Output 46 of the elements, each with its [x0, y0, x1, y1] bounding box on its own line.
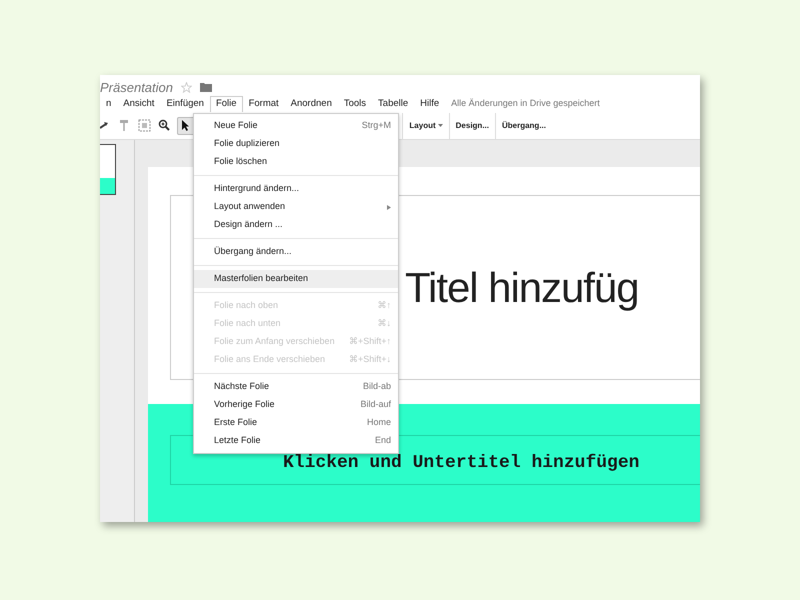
menu-entry[interactable]: Neue Folie Strg+M	[194, 117, 398, 135]
shortcut-text: ⌘+Shift+↓	[348, 353, 391, 366]
menu-item[interactable]: n	[100, 96, 118, 112]
menu-entry[interactable]: Folie löschen	[194, 153, 398, 171]
menu-item[interactable]: Format	[242, 96, 285, 112]
menu-entry: Folie zum Anfang verschieben ⌘+Shift+↑	[194, 333, 398, 351]
select-frame-icon	[138, 119, 150, 132]
folder-icon[interactable]	[200, 82, 212, 92]
shortcut-text: ⌘↑	[378, 299, 391, 312]
shortcut-text: Strg+M	[362, 119, 391, 132]
slide-title: Titel hinzufüg	[405, 263, 639, 313]
save-status: Alle Änderungen in Drive gespeichert	[451, 96, 600, 110]
shortcut-text: Bild-auf	[360, 398, 391, 412]
menu-entry[interactable]: Design ändern ...	[194, 216, 398, 234]
menu-entry: Folie nach oben ⌘↑	[194, 297, 398, 315]
menu-item[interactable]: Tabelle	[372, 96, 414, 112]
shortcut-text: ⌘↓	[378, 317, 391, 330]
menu-entry: Folie nach unten ⌘↓	[194, 315, 398, 333]
shortcut-text: End	[374, 434, 391, 448]
menu-item[interactable]: Tools	[338, 96, 372, 112]
shortcut-text: Home	[366, 416, 391, 430]
menu-entry[interactable]: Letzte Folie End	[194, 432, 398, 450]
menu-item[interactable]: Folie	[210, 96, 243, 112]
menu-entry[interactable]: Vorherige Folie Bild-auf	[194, 396, 398, 414]
slide-subtitle: Klicken und Untertitel hinzufügen	[283, 454, 640, 472]
shortcut-text: ⌘+Shift+↑	[348, 335, 391, 348]
toolbar-button[interactable]: Übergang...	[494, 112, 552, 139]
menu-item[interactable]: Anordnen	[284, 96, 338, 112]
star-icon[interactable]	[181, 82, 192, 93]
toolbar-button[interactable]: Layout	[402, 112, 449, 139]
menu-entry[interactable]: Erste Folie Home	[194, 414, 398, 432]
menu-entry[interactable]: Nächste Folie Bild-ab	[194, 378, 398, 396]
menu-entry[interactable]: Layout anwenden	[194, 198, 398, 216]
menu-entry[interactable]: Masterfolien bearbeiten	[194, 270, 398, 288]
shortcut-text: Bild-ab	[362, 380, 391, 394]
zoom-icon	[158, 119, 170, 132]
document-title[interactable]: Präsentation	[100, 80, 173, 94]
menu-entry[interactable]: Übergang ändern...	[194, 243, 398, 261]
menu-item[interactable]: Ansicht	[117, 96, 160, 112]
menu-item[interactable]: Hilfe	[414, 96, 446, 112]
toolbar-button[interactable]: Design...	[448, 112, 495, 139]
menu-item[interactable]: Einfügen	[160, 96, 210, 112]
menu-entry[interactable]: Hintergrund ändern...	[194, 180, 398, 198]
menu-entry[interactable]: Folie duplizieren	[194, 135, 398, 153]
slide-thumbnail[interactable]	[100, 144, 116, 195]
menu-entry: Folie ans Ende verschieben ⌘+Shift+↓	[194, 351, 398, 369]
